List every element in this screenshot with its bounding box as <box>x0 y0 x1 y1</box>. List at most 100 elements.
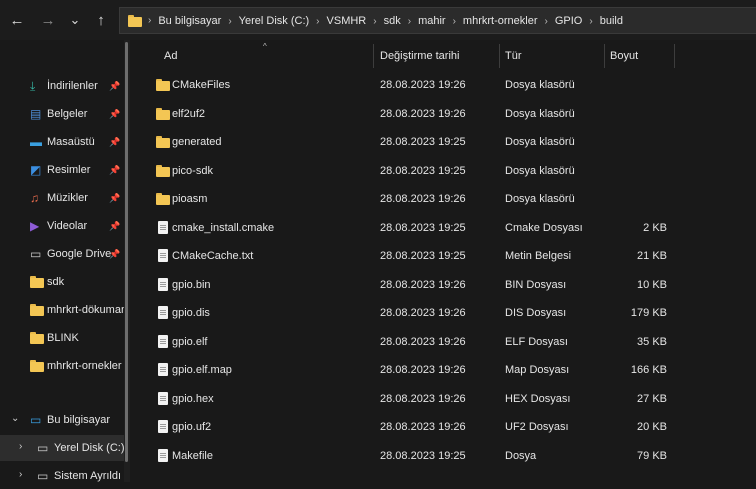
file-date: 28.08.2023 19:26 <box>380 392 466 405</box>
file-row[interactable]: cmake_install.cmake 28.08.2023 19:25 Cmake… <box>138 214 756 242</box>
file-row[interactable]: gpio.elf 28.08.2023 19:26 ELF Dosyası 35 KB <box>138 328 756 356</box>
sidebar-item-label: mhrkrt-dökuman <box>47 304 124 316</box>
file-name: gpio.elf.map <box>172 364 232 376</box>
sidebar-item[interactable]: ▤ Belgeler 📌 <box>0 101 124 127</box>
breadcrumb-item[interactable]: GPIO <box>555 15 583 27</box>
sidebar-item-label: Bu bilgisayar <box>47 414 110 426</box>
file-icon <box>156 306 170 320</box>
sidebar-item[interactable]: sdk <box>0 269 124 295</box>
file-row[interactable]: CMakeFiles 28.08.2023 19:26 Dosya klasörü <box>138 71 756 99</box>
sidebar-scrollbar[interactable] <box>124 40 130 482</box>
sidebar-item[interactable]: ♫ Müzikler 📌 <box>0 185 124 211</box>
pin-icon: 📌 <box>109 165 121 175</box>
chevron-down-icon[interactable]: ⌄ <box>11 413 19 424</box>
sidebar-item-label: İndirilenler <box>47 80 98 92</box>
file-name: gpio.hex <box>172 392 214 405</box>
pin-icon: 📌 <box>109 193 121 203</box>
sidebar-item-label: sdk <box>47 276 65 288</box>
breadcrumb-item[interactable]: mahir <box>418 15 446 27</box>
file-row[interactable]: pioasm 28.08.2023 19:26 Dosya klasörü <box>138 185 756 213</box>
column-header-type[interactable]: Tür <box>505 44 522 68</box>
toolbar: ← → ⌄ ↑ › Bu bilgisayar › Yerel Disk (C:) ›… <box>0 0 756 40</box>
folder-icon <box>156 164 170 178</box>
file-type: HEX Dosyası <box>505 392 571 405</box>
folder-icon <box>30 331 44 345</box>
sidebar-item[interactable]: mhrkrt-ornekler <box>0 353 124 379</box>
breadcrumb-separator[interactable]: › <box>589 16 592 27</box>
column-header-name[interactable]: Ad <box>164 44 177 68</box>
column-divider[interactable] <box>674 44 675 68</box>
file-row[interactable]: gpio.hex 28.08.2023 19:26 HEX Dosyası 27 KB <box>138 385 756 413</box>
up-button[interactable]: ↑ <box>90 8 112 32</box>
sidebar-item-drive[interactable]: › ▭ Sistem Ayrıldı <box>0 463 124 489</box>
desktop-icon: ▬ <box>30 135 42 149</box>
file-row[interactable]: pico-sdk 28.08.2023 19:25 Dosya klasörü <box>138 157 756 185</box>
breadcrumb-separator[interactable]: › <box>545 16 548 27</box>
file-icon <box>156 391 170 406</box>
breadcrumb-item[interactable]: Bu bilgisayar <box>158 15 221 27</box>
sidebar-item-label: Resimler <box>47 164 91 176</box>
breadcrumb-item[interactable]: mhrkrt-ornekler <box>463 15 538 27</box>
file-name: pioasm <box>172 193 208 205</box>
sidebar-item-this-pc[interactable]: ⌄ ▭ Bu bilgisayar <box>0 407 124 433</box>
file-name: cmake_install.cmake <box>172 221 275 234</box>
file-date: 28.08.2023 19:25 <box>380 221 466 234</box>
chevron-right-icon[interactable]: › <box>19 469 22 480</box>
computer-icon: ▭ <box>30 413 42 427</box>
breadcrumb-item[interactable]: VSMHR <box>327 15 367 27</box>
column-divider[interactable] <box>499 44 500 68</box>
breadcrumb-separator[interactable]: › <box>316 16 319 27</box>
file-icon <box>156 249 170 263</box>
address-bar[interactable]: › Bu bilgisayar › Yerel Disk (C:) › VSMHR › sd… <box>119 7 756 34</box>
sidebar-item[interactable]: ⤓ İndirilenler 📌 <box>0 73 124 99</box>
breadcrumb-separator[interactable]: › <box>453 16 456 27</box>
column-divider[interactable] <box>373 44 374 68</box>
sidebar-item[interactable]: BLINK <box>0 325 124 351</box>
sidebar-item-label: Yerel Disk (C:) <box>54 442 124 454</box>
file-size: 2 KB <box>643 221 667 234</box>
breadcrumb-separator[interactable]: › <box>408 16 411 27</box>
sidebar-item[interactable]: ▶ Videolar 📌 <box>0 213 124 239</box>
file-date: 28.08.2023 19:26 <box>380 335 466 348</box>
file-row[interactable]: gpio.bin 28.08.2023 19:26 BIN Dosyası 10 KB <box>138 271 756 299</box>
sidebar-item-drive[interactable]: › ▭ Yerel Disk (C:) <box>0 435 124 461</box>
chevron-right-icon[interactable]: › <box>19 441 22 452</box>
column-divider[interactable] <box>604 44 605 68</box>
scrollbar-thumb[interactable] <box>125 42 128 462</box>
file-icon <box>156 220 170 235</box>
pin-icon: 📌 <box>109 137 121 147</box>
breadcrumb-separator[interactable]: › <box>228 16 231 27</box>
file-name: gpio.bin <box>172 278 211 291</box>
breadcrumb-separator[interactable]: › <box>373 16 376 27</box>
column-size-label: Boyut <box>610 50 639 62</box>
file-row[interactable]: gpio.uf2 28.08.2023 19:26 UF2 Dosyası 20 KB <box>138 413 756 441</box>
file-type: ELF Dosyası <box>505 335 568 348</box>
breadcrumb-item[interactable]: sdk <box>384 15 401 27</box>
file-row[interactable]: elf2uf2 28.08.2023 19:26 Dosya klasörü <box>138 100 756 128</box>
file-size: 35 KB <box>637 335 667 348</box>
file-row[interactable]: CMakeCache.txt 28.08.2023 19:25 Metin Belg… <box>138 242 756 270</box>
chevron-down-icon: ⌄ <box>69 12 81 27</box>
back-button[interactable]: ← <box>6 8 28 32</box>
file-name: generated <box>172 136 222 148</box>
file-row[interactable]: generated 28.08.2023 19:25 Dosya klasörü <box>138 128 756 156</box>
folder-icon <box>156 192 170 206</box>
drive-icon: ▭ <box>30 247 42 261</box>
sidebar-item[interactable]: ▭ Google Drive 📌 <box>0 241 124 267</box>
sidebar-item[interactable]: ◩ Resimler 📌 <box>0 157 124 183</box>
breadcrumb-item[interactable]: Yerel Disk (C:) <box>239 15 310 27</box>
file-row[interactable]: gpio.dis 28.08.2023 19:26 DIS Dosyası 179 K… <box>138 299 756 327</box>
file-date: 28.08.2023 19:25 <box>380 136 466 148</box>
sidebar-item-label: mhrkrt-ornekler <box>47 360 122 372</box>
column-header-size[interactable]: Boyut <box>610 44 638 68</box>
file-row[interactable]: Makefile 28.08.2023 19:25 Dosya 79 KB <box>138 442 756 470</box>
file-row[interactable]: gpio.elf.map 28.08.2023 19:26 Map Dosyası 1… <box>138 356 756 384</box>
sidebar-item[interactable]: ▬ Masaüstü 📌 <box>0 129 124 155</box>
column-header-date[interactable]: Değiştirme tarihi <box>380 44 459 68</box>
breadcrumb-item[interactable]: build <box>600 15 623 27</box>
file-type: Dosya klasörü <box>505 193 575 205</box>
sidebar-item[interactable]: mhrkrt-dökuman <box>0 297 124 323</box>
forward-button[interactable]: → <box>37 8 59 32</box>
folder-icon <box>156 135 170 149</box>
recent-locations-button[interactable]: ⌄ <box>64 8 86 32</box>
